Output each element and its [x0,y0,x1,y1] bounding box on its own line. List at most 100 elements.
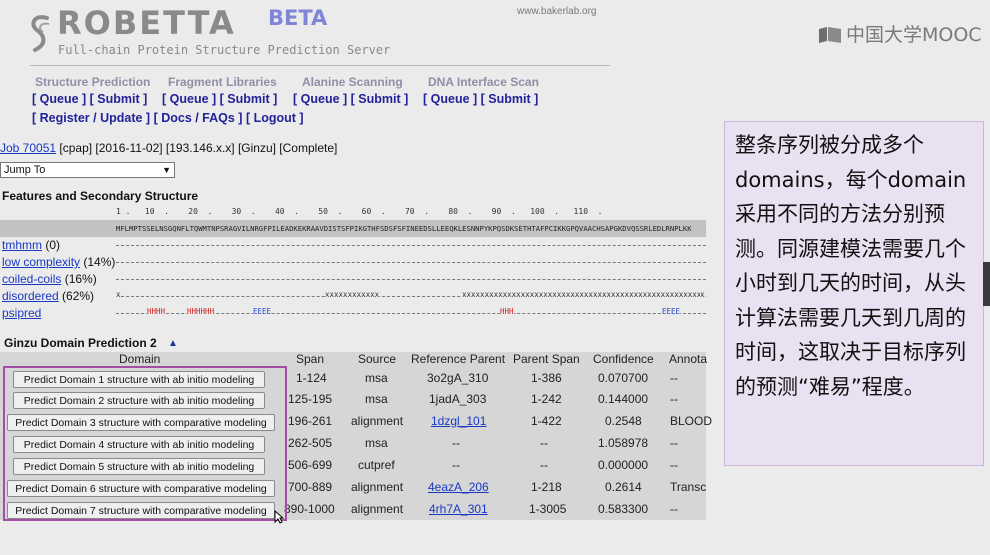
coiled-coils-link[interactable]: coiled-coils [2,272,61,286]
table-cell-confidence: 0.2614 [605,480,642,494]
table-cell-parent-span: 1-3005 [529,502,567,516]
table-cell-parent-span: 1-422 [531,414,562,428]
robetta-s-logo-icon [31,15,50,52]
table-cell-confidence: 0.000000 [598,458,649,472]
table-cell-span: 890-1000 [284,502,335,516]
table-cell-confidence: 1.058978 [598,436,649,450]
table-cell-annotation: Transc [670,480,707,494]
psipred-helix: HHH [500,307,514,316]
sequence-bar: MFLMPTSSELNSGQNFLTQWMTNPSRAGVILNRGFPILEA… [0,220,706,237]
psipred-strand: EEEE [662,307,681,316]
mooc-watermark-text: 中国大学MOOC [846,24,982,46]
table-cell-annotation: -- [670,458,678,472]
table-cell-source: msa [365,436,388,450]
table-cell-parent-span: 1-386 [531,371,562,385]
table-cell-parent-span: -- [540,436,548,450]
alanine-queue-link[interactable]: [ Queue ] [293,92,347,106]
table-cell-span: 262-505 [288,436,333,450]
tmhmm-track [116,245,706,247]
tmhmm-value: (0) [42,238,60,252]
disordered-mark: x [700,290,705,299]
track-low-complexity: low complexity (14%) [2,255,115,269]
collapse-arrow-icon[interactable]: ▲ [168,338,178,349]
sequence-ruler: 1 . 10 . 20 . 30 . 40 . 50 . 60 . 70 . 8… [116,207,603,216]
track-tmhmm: tmhmm (0) [2,238,60,252]
disordered-mark: xxxxxxxxxxxxxxxxxxxxxxxxxxxxxxxxxxxxxxxx… [462,290,706,299]
job-details: [cpap] [2016-11-02] [193.146.x.x] [Ginzu… [56,141,338,155]
site-url[interactable]: www.bakerlab.org [517,6,596,17]
features-title: Features and Secondary Structure [2,189,199,203]
tmhmm-link[interactable]: tmhmm [2,238,42,252]
disordered-mark: xxxxxxxxxxxx [325,290,380,299]
table-cell-annotation: -- [670,436,678,450]
coiled-coils-value: (16%) [61,272,97,286]
table-cell-confidence: 0.144000 [598,392,649,406]
table-cell-source: alignment [351,480,404,494]
ginzu-title: Ginzu Domain Prediction 2 [4,336,157,350]
nav-title-structure-prediction: Structure Prediction [35,75,151,89]
table-cell-ref-parent: -- [452,436,460,450]
jump-to-value: Jump To [4,164,46,176]
table-cell-source: cutpref [358,458,395,472]
col-domain: Domain [119,352,161,366]
table-cell-span: 1-124 [296,371,327,385]
annotation-callout: 整条序列被分成多个domains，每个domain采用不同的方法分别预测。同源建… [724,121,984,466]
table-cell-source: alignment [351,414,404,428]
track-coiled-coils: coiled-coils (16%) [2,272,97,286]
low-complexity-link[interactable]: low complexity [2,255,80,269]
table-cell-annotation: BLOOD [670,414,713,428]
table-cell-span: 700-889 [288,480,333,494]
table-cell-annotation: -- [670,392,678,406]
dna-queue-link[interactable]: [ Queue ] [423,92,477,106]
fragment-queue-link[interactable]: [ Queue ] [162,92,216,106]
docs-faqs-link[interactable]: [ Docs / FAQs ] [154,111,243,125]
mooc-logo-icon [819,27,841,43]
structure-queue-link[interactable]: [ Queue ] [32,92,86,106]
side-scroll-tab[interactable] [983,262,990,306]
psipred-link[interactable]: psipred [2,306,41,320]
col-reference-parent: Reference Parent [411,352,506,366]
jump-to-select[interactable]: Jump To ▼ [0,162,175,178]
ref-parent-link[interactable]: 1dzgl_101 [431,414,486,428]
register-update-link[interactable]: [ Register / Update ] [32,111,150,125]
sequence-text: MFLMPTSSELNSGQNFLTQWMTNPSRAGVILNRGFPILEA… [116,224,692,233]
table-cell-confidence: 0.2548 [605,414,642,428]
fragment-submit-link[interactable]: [ Submit ] [220,92,278,106]
table-cell-parent-span: 1-242 [531,392,562,406]
table-cell-ref-parent: -- [452,458,460,472]
table-cell-ref-parent: 1jadA_303 [429,392,487,406]
mouse-cursor-icon [274,510,284,524]
psipred-helix: HHHH [147,307,166,316]
table-cell-confidence: 0.583300 [598,502,649,516]
highlight-box [3,366,287,521]
table-cell-parent-span: -- [540,458,548,472]
alanine-submit-link[interactable]: [ Submit ] [351,92,409,106]
table-cell-span: 196-261 [288,414,333,428]
nav-title-fragment-libraries: Fragment Libraries [168,75,277,89]
col-source: Source [358,352,397,366]
header-divider [30,65,610,66]
track-disordered: disordered (62%) [2,289,94,303]
nav-dna-links: [ Queue ] [ Submit ] [423,92,538,106]
col-confidence: Confidence [593,352,654,366]
logout-link[interactable]: [ Logout ] [246,111,304,125]
nav-alanine-links: [ Queue ] [ Submit ] [293,92,408,106]
nav-fragment-links: [ Queue ] [ Submit ] [162,92,277,106]
beta-badge: BETA [268,6,328,30]
structure-submit-link[interactable]: [ Submit ] [90,92,148,106]
table-cell-confidence: 0.070700 [598,371,649,385]
dna-submit-link[interactable]: [ Submit ] [481,92,539,106]
table-cell-span: 125-195 [288,392,333,406]
table-cell-source: msa [365,392,388,406]
chevron-down-icon: ▼ [162,165,171,175]
coiled-coils-track [116,279,706,281]
nav-structure-links: [ Queue ] [ Submit ] [32,92,147,106]
ref-parent-link[interactable]: 4eazA_206 [428,480,489,494]
ref-parent-link[interactable]: 4rh7A_301 [429,502,488,516]
table-cell-source: alignment [351,502,404,516]
table-cell-annotation: -- [670,502,678,516]
disordered-mark: x [116,290,121,299]
disordered-link[interactable]: disordered [2,289,59,303]
job-link[interactable]: Job 70051 [0,141,56,155]
table-cell-source: msa [365,371,388,385]
